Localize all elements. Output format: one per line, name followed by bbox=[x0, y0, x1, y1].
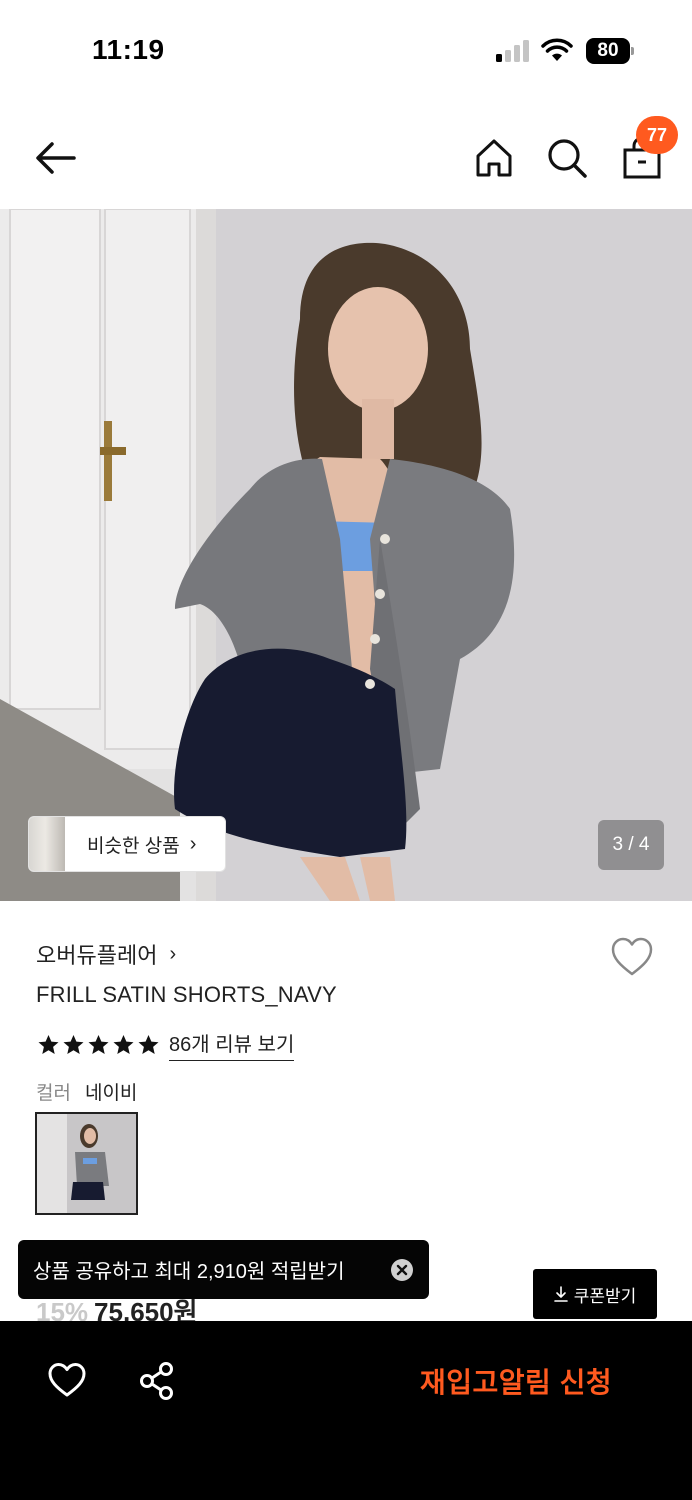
rating-row: 86개 리뷰 보기 bbox=[36, 1028, 295, 1061]
coupon-download-button[interactable]: 쿠폰받기 bbox=[533, 1269, 657, 1319]
star-icon bbox=[88, 1034, 109, 1054]
review-link[interactable]: 86개 리뷰 보기 bbox=[169, 1028, 295, 1061]
share-icon[interactable] bbox=[138, 1361, 176, 1401]
download-icon bbox=[553, 1286, 568, 1302]
coupon-label: 쿠폰받기 bbox=[573, 1286, 637, 1306]
star-icon bbox=[113, 1034, 134, 1054]
product-photo-illustration bbox=[0, 209, 692, 901]
chevron-right-icon: › bbox=[169, 942, 177, 965]
brand-name: 오버듀플레어 bbox=[36, 943, 158, 968]
wifi-icon bbox=[541, 38, 573, 61]
heart-icon[interactable] bbox=[47, 1362, 87, 1398]
color-label: 컬러 bbox=[36, 1083, 71, 1104]
cart-count-badge: 77 bbox=[636, 116, 678, 154]
similar-products-label: 비슷한 상품 bbox=[87, 835, 180, 857]
star-icon bbox=[38, 1034, 59, 1054]
color-row: 컬러 네이비 bbox=[36, 1078, 137, 1105]
battery-indicator: 80 bbox=[586, 38, 634, 64]
image-page-indicator: 3 / 4 bbox=[598, 820, 664, 870]
star-icon bbox=[63, 1034, 84, 1054]
swatch-thumbnail bbox=[37, 1114, 136, 1213]
restock-alert-button[interactable]: 재입고알림 신청 bbox=[420, 1361, 612, 1401]
cellular-signal-icon bbox=[496, 40, 529, 62]
status-bar: 11:19 80 bbox=[0, 0, 692, 100]
top-navigation bbox=[0, 112, 692, 202]
toast-text: 상품 공유하고 최대 2,910원 적립받기 bbox=[33, 1261, 345, 1283]
chevron-right-icon: › bbox=[189, 832, 197, 855]
similar-products-button[interactable]: 비슷한 상품 › bbox=[28, 816, 226, 872]
battery-level: 80 bbox=[586, 38, 630, 64]
discount-rate: 15% bbox=[36, 1297, 89, 1322]
color-value: 네이비 bbox=[84, 1083, 138, 1104]
heart-icon[interactable] bbox=[610, 936, 654, 978]
search-icon[interactable] bbox=[545, 136, 589, 180]
bottom-action-bar: 재입고알림 신청 bbox=[0, 1321, 692, 1500]
product-image[interactable] bbox=[0, 209, 692, 901]
color-option-swatch[interactable] bbox=[35, 1112, 138, 1215]
status-time: 11:19 bbox=[92, 34, 165, 65]
star-icon bbox=[138, 1034, 159, 1054]
product-title: FRILL SATIN SHORTS_NAVY bbox=[36, 982, 337, 1007]
home-icon[interactable] bbox=[472, 136, 516, 180]
similar-products-thumbnail bbox=[29, 817, 65, 871]
battery-tip bbox=[631, 47, 634, 55]
brand-link[interactable]: 오버듀플레어 › bbox=[36, 938, 176, 970]
close-icon[interactable] bbox=[390, 1258, 414, 1282]
rating-stars bbox=[36, 1033, 161, 1057]
back-arrow-icon[interactable] bbox=[34, 138, 78, 178]
share-reward-toast: 상품 공유하고 최대 2,910원 적립받기 bbox=[18, 1240, 429, 1299]
